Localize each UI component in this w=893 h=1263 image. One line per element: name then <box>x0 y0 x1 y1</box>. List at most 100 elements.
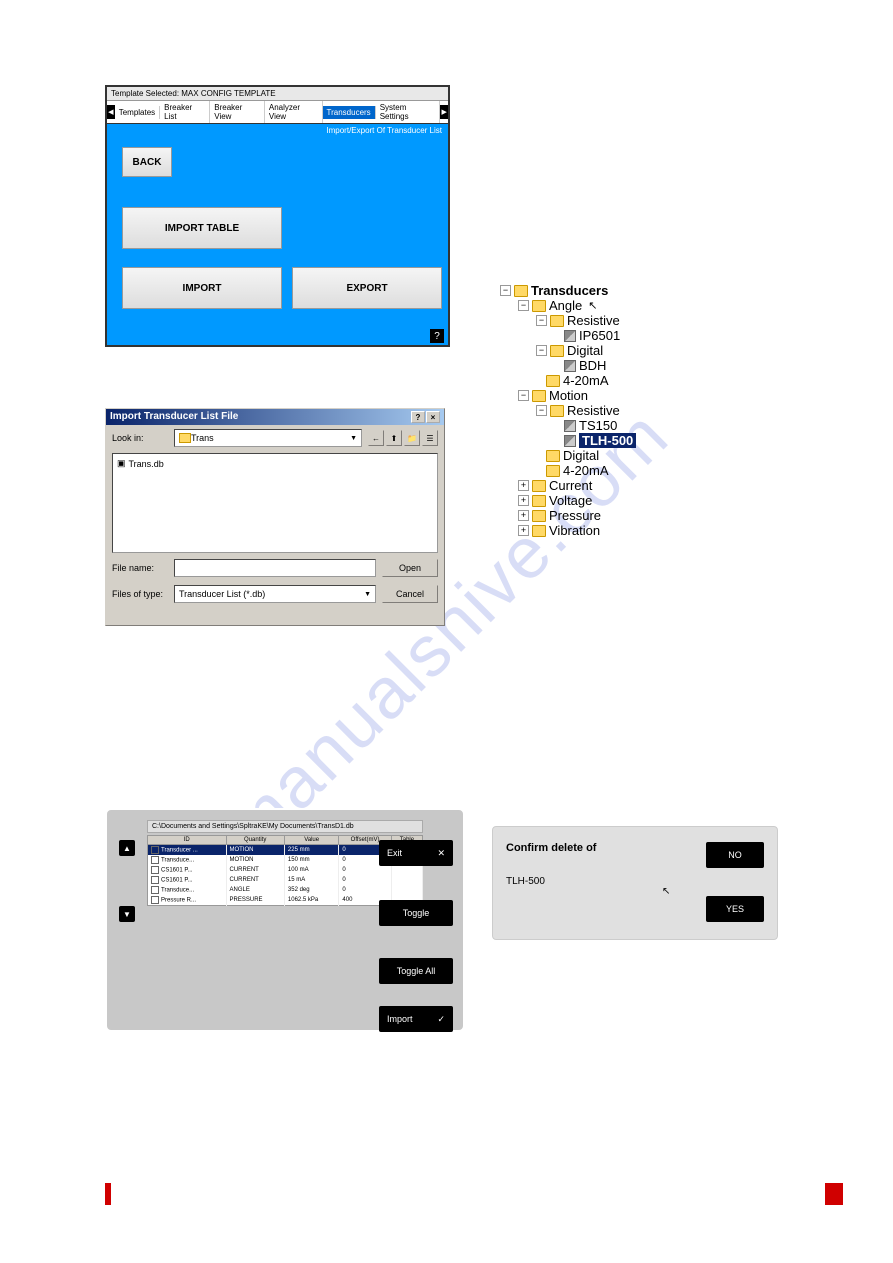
open-button[interactable]: Open <box>382 559 438 577</box>
tab-analyzer-view[interactable]: Analyzer View <box>265 101 323 123</box>
tab-scroll-right-icon[interactable]: ▶ <box>440 105 448 119</box>
export-button[interactable]: EXPORT <box>292 267 442 309</box>
checkbox[interactable] <box>151 846 159 854</box>
scroll-up-icon[interactable]: ▲ <box>119 840 135 856</box>
folder-icon <box>532 480 546 492</box>
chevron-down-icon: ▼ <box>350 435 357 442</box>
exit-button[interactable]: Exit✕ <box>379 840 453 866</box>
filestype-select[interactable]: Transducer List (*.db) ▼ <box>174 585 376 603</box>
tree-angle-digital[interactable]: −Digital <box>500 343 760 358</box>
toggle-button[interactable]: Toggle <box>379 900 453 926</box>
import-confirm-button[interactable]: Import✓ <box>379 1006 453 1032</box>
look-in-label: Look in: <box>112 433 168 443</box>
help-titlebar-icon[interactable]: ? <box>411 411 425 423</box>
tab-transducers[interactable]: Transducers <box>323 106 376 119</box>
expand-icon[interactable]: + <box>518 495 529 506</box>
tab-scroll-left-icon[interactable]: ◀ <box>107 105 115 119</box>
import-button[interactable]: IMPORT <box>122 267 282 309</box>
checkbox[interactable] <box>151 876 159 884</box>
filestype-label: Files of type: <box>112 589 168 599</box>
collapse-icon[interactable]: − <box>536 345 547 356</box>
folder-icon <box>550 315 564 327</box>
file-item[interactable]: ▣ Trans.db <box>117 458 433 469</box>
yes-button[interactable]: YES <box>706 896 764 922</box>
tab-templates[interactable]: Templates <box>115 106 160 119</box>
footer-bar <box>105 1183 843 1205</box>
filename-label: File name: <box>112 563 168 573</box>
file-list[interactable]: ▣ Trans.db <box>112 453 438 553</box>
checkbox[interactable] <box>151 886 159 894</box>
tab-system-settings[interactable]: System Settings <box>376 101 441 123</box>
tree-motion-420[interactable]: 4-20mA <box>500 463 760 478</box>
doc-icon <box>564 435 576 447</box>
help-icon[interactable]: ? <box>430 329 444 343</box>
doc-icon <box>564 360 576 372</box>
tree-motion-resistive[interactable]: −Resistive <box>500 403 760 418</box>
tab-bar: ◀ Templates Breaker List Breaker View An… <box>107 101 448 124</box>
collapse-icon[interactable]: − <box>500 285 511 296</box>
filename-input[interactable] <box>174 559 376 577</box>
tree-angle-420[interactable]: 4-20mA <box>500 373 760 388</box>
check-icon: ✓ <box>437 1014 445 1025</box>
back-button[interactable]: BACK <box>122 147 172 177</box>
import-table-button[interactable]: IMPORT TABLE <box>122 207 282 249</box>
collapse-icon[interactable]: − <box>536 315 547 326</box>
back-nav-icon[interactable]: ← <box>368 430 384 446</box>
collapse-icon[interactable]: − <box>536 405 547 416</box>
close-icon[interactable]: × <box>426 411 440 423</box>
dialog-title: Import Transducer List File <box>110 411 238 423</box>
tab-breaker-list[interactable]: Breaker List <box>160 101 210 123</box>
collapse-icon[interactable]: − <box>518 390 529 401</box>
folder-icon <box>532 510 546 522</box>
folder-icon <box>514 285 528 297</box>
scroll-down-icon[interactable]: ▼ <box>119 906 135 922</box>
checkbox[interactable] <box>151 866 159 874</box>
cancel-button[interactable]: Cancel <box>382 585 438 603</box>
folder-icon <box>550 405 564 417</box>
checkbox[interactable] <box>151 856 159 864</box>
folder-icon <box>532 300 546 312</box>
confirm-dialog: Confirm delete of TLH-500 NO YES ↖ <box>490 824 780 942</box>
tree-vibration[interactable]: +Vibration <box>500 523 760 538</box>
tree-root[interactable]: −Transducers <box>500 283 760 298</box>
tree-angle-resistive[interactable]: −Resistive <box>500 313 760 328</box>
expand-icon[interactable]: + <box>518 525 529 536</box>
tree-pressure[interactable]: +Pressure <box>500 508 760 523</box>
tree-motion[interactable]: −Motion <box>500 388 760 403</box>
file-path: C:\Documents and Settings\SpltraKE\My Do… <box>147 820 423 833</box>
tab-breaker-view[interactable]: Breaker View <box>210 101 265 123</box>
table-row[interactable]: CS1601 P...CURRENT100 mA0 <box>148 865 423 875</box>
view-menu-icon[interactable]: ☰ <box>422 430 438 446</box>
table-row[interactable]: CS1601 P...CURRENT15 mA0 <box>148 875 423 885</box>
tree-tlh500[interactable]: TLH-500 <box>500 433 760 448</box>
tree-voltage[interactable]: +Voltage <box>500 493 760 508</box>
no-button[interactable]: NO <box>706 842 764 868</box>
collapse-icon[interactable]: − <box>518 300 529 311</box>
table-row[interactable]: Transduce...ANGLE352 deg0 <box>148 885 423 895</box>
tree-ts150[interactable]: TS150 <box>500 418 760 433</box>
folder-icon <box>546 465 560 477</box>
toggle-all-button[interactable]: Toggle All <box>379 958 453 984</box>
doc-icon <box>564 330 576 342</box>
import-dialog: Import Transducer List File ? × Look in:… <box>105 408 445 626</box>
up-folder-icon[interactable]: ⬆ <box>386 430 402 446</box>
file-icon: ▣ <box>117 458 126 469</box>
tree-bdh[interactable]: BDH <box>500 358 760 373</box>
confirm-item: TLH-500 <box>506 876 764 887</box>
expand-icon[interactable]: + <box>518 510 529 521</box>
tree-angle[interactable]: −Angle↖ <box>500 298 760 313</box>
transducer-tree: −Transducers −Angle↖ −Resistive IP6501 −… <box>500 283 760 538</box>
new-folder-icon[interactable]: 📁 <box>404 430 420 446</box>
look-in-select[interactable]: Trans ▼ <box>174 429 362 447</box>
cursor-icon: ↖ <box>662 886 670 897</box>
tree-current[interactable]: +Current <box>500 478 760 493</box>
expand-icon[interactable]: + <box>518 480 529 491</box>
folder-icon <box>532 525 546 537</box>
tree-motion-digital[interactable]: Digital <box>500 448 760 463</box>
filestype-value: Transducer List (*.db) <box>179 589 265 599</box>
import-table-dialog: ▲ ▼ C:\Documents and Settings\SpltraKE\M… <box>105 808 465 1032</box>
folder-icon <box>532 390 546 402</box>
folder-icon <box>550 345 564 357</box>
tree-ip6501[interactable]: IP6501 <box>500 328 760 343</box>
checkbox[interactable] <box>151 896 159 904</box>
